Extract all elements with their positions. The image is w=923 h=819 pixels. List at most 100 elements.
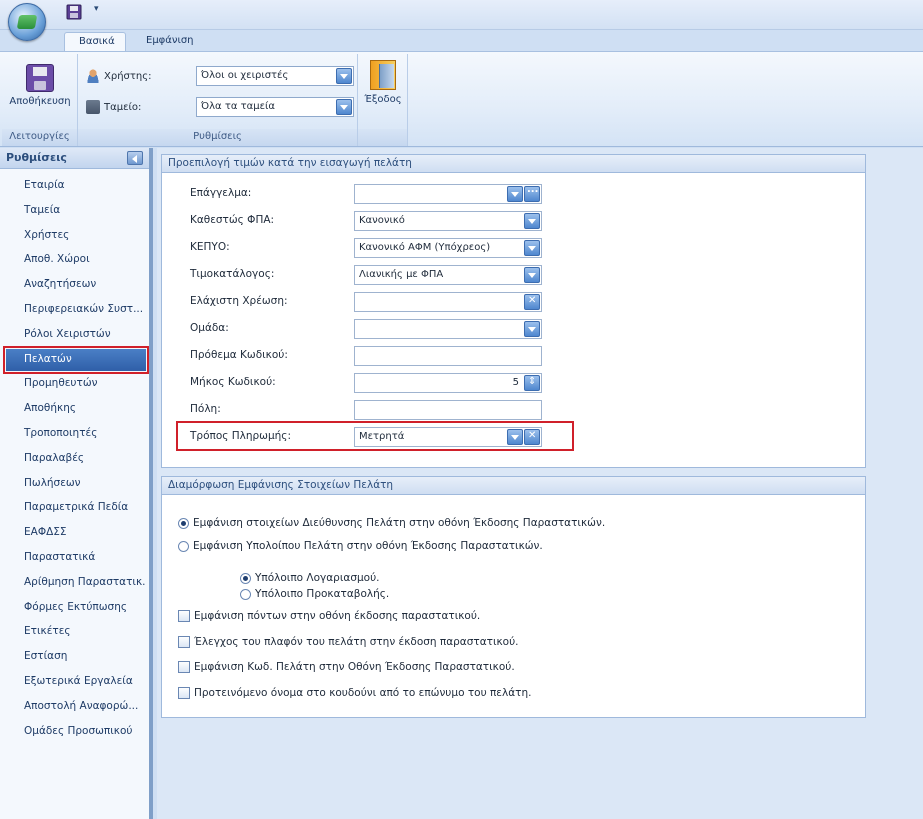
sidebar-item[interactable]: Παραστατικά [6,547,146,569]
checkbox-icon [178,610,190,622]
radio-show-address[interactable]: Εμφάνιση στοιχείων Διεύθυνσης Πελάτη στη… [178,517,605,529]
chevron-down-icon[interactable] [524,213,540,229]
chevron-down-icon[interactable] [524,321,540,337]
user-row: Χρήστης: [86,69,151,83]
sidebar-item[interactable]: Εστίαση [6,646,146,668]
quick-save-icon[interactable] [66,4,82,20]
field-label-min-charge: Ελάχιστη Χρέωση: [190,295,288,307]
cash-register-icon [86,100,100,114]
clear-icon[interactable] [524,429,540,445]
chevron-down-icon[interactable] [336,68,352,84]
chevron-down-icon[interactable] [507,186,523,202]
exit-button[interactable]: Έξοδος [360,60,406,105]
sidebar-item[interactable]: Φόρμες Εκτύπωσης [6,597,146,619]
ribbon: Αποθήκευση Λειτουργίες Χρήστης: Όλοι οι … [0,51,923,147]
payment-method-value: Μετρητά [359,431,405,442]
kepyo-value: Κανονικό ΑΦΜ (Υπόχρεος) [359,242,491,253]
check-doorbell-name[interactable]: Προτεινόμενο όνομα στο κουδούνι από το ε… [178,687,531,699]
user-select[interactable]: Όλοι οι χειριστές [196,66,354,86]
sidebar-item[interactable]: Αρίθμηση Παραστατικ... [6,572,146,594]
sidebar-item[interactable]: Ετικέτες [6,621,146,643]
field-label-group: Ομάδα: [190,322,229,334]
sidebar-item[interactable]: Ομάδες Προσωπικού [6,721,146,743]
ellipsis-icon[interactable] [524,184,540,202]
defaults-panel: Προεπιλογή τιμών κατά την εισαγωγή πελάτ… [161,154,866,468]
checkbox-icon [178,661,190,673]
check-show-customer-code-label: Εμφάνιση Κωδ. Πελάτη στην Οθόνη Έκδοσης … [194,661,515,673]
user-icon [86,69,100,83]
checkbox-icon [178,636,190,648]
user-select-value: Όλοι οι χειριστές [201,70,289,81]
radio-show-balance[interactable]: Εμφάνιση Υπολοίπου Πελάτη στην οθόνη Έκδ… [178,540,543,552]
spinner-arrows-icon[interactable] [524,375,540,391]
chevron-down-icon[interactable] [336,99,352,115]
check-show-points[interactable]: Εμφάνιση πόντων στην οθόνη έκδοσης παρασ… [178,610,480,622]
radio-show-balance-label: Εμφάνιση Υπολοίπου Πελάτη στην οθόνη Έκδ… [193,540,543,552]
main-content: Προεπιλογή τιμών κατά την εισαγωγή πελάτ… [157,148,923,819]
chevron-down-icon[interactable] [507,429,523,445]
radio-prepayment-balance-label: Υπόλοιπο Προκαταβολής. [255,588,390,600]
sidebar-item[interactable]: Αποθ. Χώροι [6,249,146,271]
kepyo-select[interactable]: Κανονικό ΑΦΜ (Υπόχρεος) [354,238,542,258]
clear-icon[interactable] [524,294,540,310]
sidebar-item[interactable]: Χρήστες [6,225,146,247]
field-label-vat-status: Καθεστώς ΦΠΑ: [190,214,275,226]
sidebar-item[interactable]: Παραμετρικά Πεδία [6,497,146,519]
sidebar-item[interactable]: ΕΑΦΔΣΣ [6,522,146,544]
group-label-functions: Λειτουργίες [2,129,77,146]
sidebar-item[interactable]: Προμηθευτών [6,373,146,395]
pricelist-select[interactable]: Λιανικής με ΦΠΑ [354,265,542,285]
sidebar-item[interactable]: Ταμεία [6,200,146,222]
code-length-spinner[interactable]: 5 [354,373,542,393]
group-label-exit [358,129,407,146]
payment-method-select[interactable]: Μετρητά [354,427,542,447]
sidebar-item[interactable]: Παραλαβές [6,448,146,470]
ribbon-group-exit: Έξοδος [358,54,408,146]
code-prefix-field[interactable] [354,346,542,366]
group-select[interactable] [354,319,542,339]
check-credit-limit-label: Έλεγχος του πλαφόν του πελάτη στην έκδοσ… [194,636,519,648]
radio-account-balance-label: Υπόλοιπο Λογαριασμού. [255,572,380,584]
app-menu-button[interactable] [8,3,46,41]
exit-door-icon [370,60,396,90]
till-label: Ταμείο: [104,101,142,113]
sidebar-item[interactable]: Ρόλοι Χειριστών [6,324,146,346]
save-label: Αποθήκευση [9,96,71,107]
sidebar-title: Ρυθμίσεις [6,151,67,164]
sidebar-item[interactable]: Αποθήκης [6,398,146,420]
collapse-sidebar-icon[interactable] [127,151,143,165]
defaults-panel-title: Προεπιλογή τιμών κατά την εισαγωγή πελάτ… [162,155,865,173]
tab-basic[interactable]: Βασικά [64,32,126,52]
radio-selected-icon [178,517,189,529]
check-credit-limit[interactable]: Έλεγχος του πλαφόν του πελάτη στην έκδοσ… [178,636,519,648]
profession-field[interactable] [354,184,542,204]
app-logo-icon [16,15,38,29]
tab-view[interactable]: Εμφάνιση [132,32,210,52]
field-label-kepyo: ΚΕΠΥΟ: [190,241,230,253]
sidebar-item[interactable]: Πωλήσεων [6,473,146,495]
city-field[interactable] [354,400,542,420]
till-select[interactable]: Όλα τα ταμεία [196,97,354,117]
check-show-customer-code[interactable]: Εμφάνιση Κωδ. Πελάτη στην Οθόνη Έκδοσης … [178,661,515,673]
min-charge-field[interactable] [354,292,542,312]
sidebar-item[interactable]: Τροποποιητές [6,423,146,445]
field-label-profession: Επάγγελμα: [190,187,252,199]
radio-prepayment-balance[interactable]: Υπόλοιπο Προκαταβολής. [240,588,389,600]
ribbon-group-functions: Αποθήκευση Λειτουργίες [2,54,78,146]
sidebar-item[interactable]: Εξωτερικά Εργαλεία [6,671,146,693]
save-button[interactable]: Αποθήκευση [6,64,74,107]
exit-label: Έξοδος [364,94,402,105]
till-row: Ταμείο: [86,100,141,114]
chevron-down-icon[interactable] [524,267,540,283]
sidebar-item[interactable]: Περιφερειακών Συστ... [6,299,146,321]
vat-status-select[interactable]: Κανονικό [354,211,542,231]
sidebar-item[interactable]: Αναζητήσεων [6,274,146,296]
sidebar-item[interactable]: Αποστολή Αναφορώ... [6,696,146,718]
radio-account-balance[interactable]: Υπόλοιπο Λογαριασμού. [240,572,380,584]
sidebar-item[interactable]: Πελατών [3,345,149,374]
radio-show-address-label: Εμφάνιση στοιχείων Διεύθυνσης Πελάτη στη… [193,517,606,529]
customize-quick-access-icon[interactable]: ▾ [94,4,99,14]
chevron-down-icon[interactable] [524,240,540,256]
radio-icon [240,588,251,600]
sidebar-item[interactable]: Εταιρία [6,175,146,197]
